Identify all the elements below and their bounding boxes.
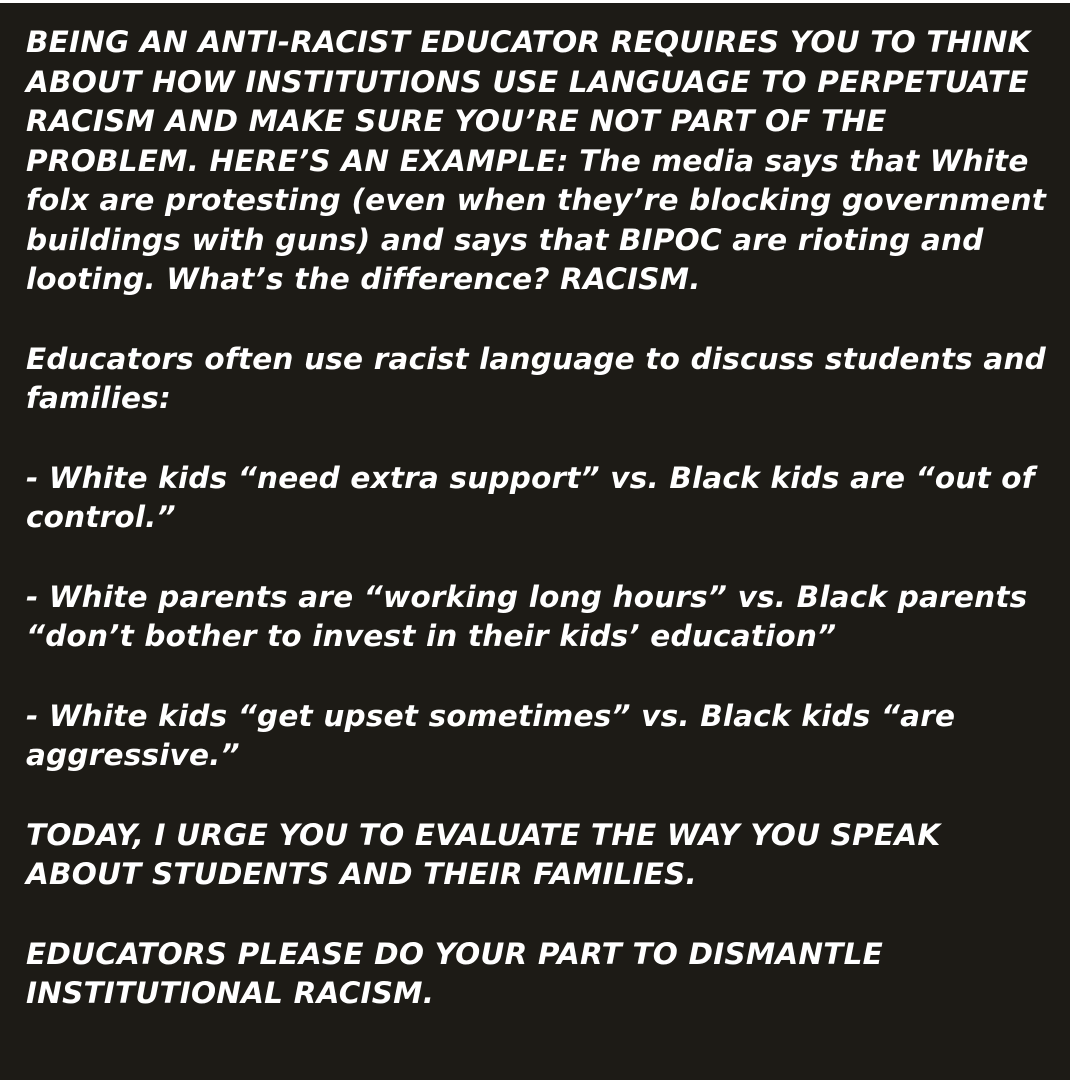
closing-paragraph: EDUCATORS PLEASE DO YOUR PART TO DISMANT…: [26, 936, 883, 1011]
example-item-upset: - White kids “get upset sometimes” vs. B…: [26, 698, 956, 773]
urge-paragraph: TODAY, I URGE YOU TO EVALUATE THE WAY YO…: [26, 817, 941, 892]
example-item-parents: - White parents are “working long hours”…: [26, 579, 1028, 654]
example-item-support: - White kids “need extra support” vs. Bl…: [26, 460, 1035, 535]
educators-language-paragraph: Educators often use racist language to d…: [26, 341, 1046, 416]
post-frame: BEING AN ANTI-RACIST EDUCATOR REQUIRES Y…: [0, 0, 1080, 1080]
intro-paragraph: BEING AN ANTI-RACIST EDUCATOR REQUIRES Y…: [26, 23, 1066, 300]
post-text: BEING AN ANTI-RACIST EDUCATOR REQUIRES Y…: [26, 23, 1066, 1014]
